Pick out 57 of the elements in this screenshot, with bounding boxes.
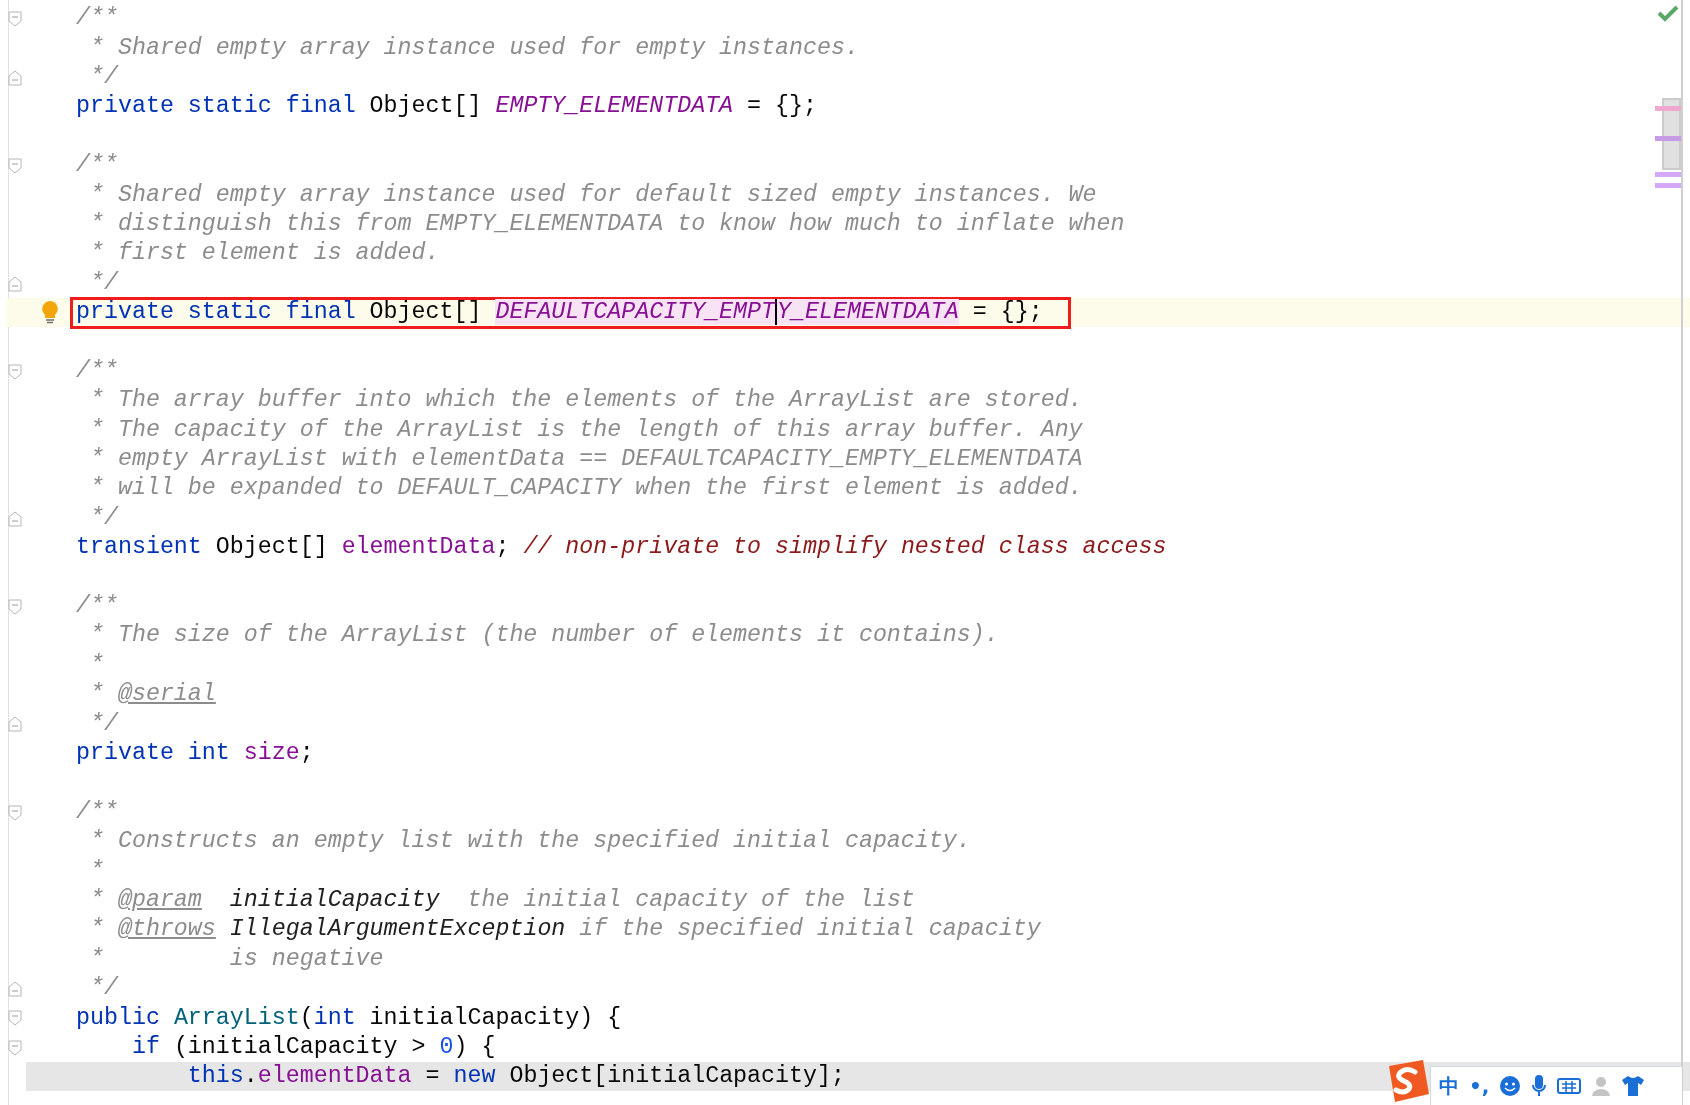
fold-icon[interactable] [8,598,22,615]
code-line: * is negative [88,944,384,974]
code-line: * @param initialCapacity the initial capacity of the list [88,885,915,915]
fold-icon[interactable] [8,980,22,997]
code-line: * @serial [88,680,216,710]
code-line: * [88,650,104,680]
smiley-icon[interactable] [1499,1075,1522,1097]
code-line: public ArrayList(int initialCapacity) { [76,1003,622,1033]
fold-icon[interactable] [8,1010,22,1027]
code-line: * The array buffer into which the elements of the ArrayList are stored. [88,386,1083,416]
code-line: */ [88,63,118,92]
code-line: */ [88,974,118,1004]
error-stripe-mark[interactable] [1655,136,1681,141]
code-line: */ [88,709,118,739]
code-line: * Constructs an empty list with the specified initial capacity. [88,827,971,857]
fold-icon[interactable] [8,275,22,292]
fold-icon[interactable] [8,510,22,527]
code-line: this.elementData = new Object[initialCapacity]; [186,1062,845,1092]
code-line: * will be expanded to DEFAULT_CAPACITY when the first element is added. [88,474,1083,504]
code-line: /** [76,356,118,386]
check-icon[interactable] [1657,4,1679,22]
code-line: */ [88,268,118,298]
lightbulb-icon[interactable] [41,299,59,324]
code-line: * Shared empty array instance used for empty instances. [88,33,859,63]
code-line: * first element is added. [88,239,440,269]
code-line: transient Object[] elementData; // non-private to simplify nested class access [76,533,1167,563]
code-line: */ [88,503,118,533]
language-mode[interactable]: 中 [1439,1071,1459,1101]
error-stripe-mark[interactable] [1655,106,1681,111]
code-line: * The capacity of the ArrayList is the length of this array buffer. Any [88,415,1083,445]
fold-icon[interactable] [8,363,22,380]
code-line: /** [76,151,118,181]
code-line: * The size of the ArrayList (the number of elements it contains). [88,621,999,651]
fold-icon[interactable] [8,804,22,821]
fold-icon[interactable] [8,11,22,27]
error-stripe-mark[interactable] [1655,183,1681,188]
fold-icon[interactable] [8,157,22,174]
code-line: /** [76,592,118,622]
fold-icon[interactable] [8,69,22,86]
code-line: * Shared empty array instance used for default sized empty instances. We [88,180,1097,210]
fold-icon[interactable] [8,716,22,733]
code-line: /** [76,4,118,34]
shirt-icon[interactable] [1621,1075,1646,1097]
code-line: private static final Object[] EMPTY_ELEMENTDATA = {}; [76,92,817,122]
user-icon[interactable] [1591,1075,1612,1097]
code-line: * [88,856,104,886]
code-line: private int size; [76,739,314,768]
error-stripe-mark[interactable] [1655,172,1681,177]
code-line: /** [76,797,118,827]
microphone-icon[interactable] [1531,1074,1548,1098]
punctuation-mode[interactable]: •, [1469,1071,1490,1101]
code-line: * distinguish this from EMPTY_ELEMENTDATA to know how much to inflate when [88,209,1125,239]
code-line: if (initialCapacity > 0) { [130,1032,496,1062]
code-line: * @throws IllegalArgumentException if the specified initial capacity [88,915,1041,945]
fold-icon[interactable] [8,1039,22,1056]
keyboard-icon[interactable] [1557,1077,1582,1095]
code-line: * empty ArrayList with elementData == DEFAULTCAPACITY_EMPTY_ELEMENTDATA [88,445,1083,475]
